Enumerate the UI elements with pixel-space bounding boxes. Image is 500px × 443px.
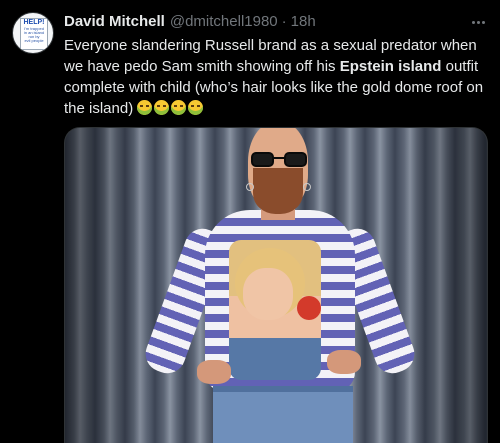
jeans-waistband <box>213 386 353 392</box>
left-hand <box>197 360 231 384</box>
tweet-text: Everyone slandering Russell brand as a s… <box>64 37 484 117</box>
left-earring <box>246 183 254 191</box>
avatar[interactable]: HELP! I'm trapped in an island run by ev… <box>12 12 54 54</box>
more-options-icon[interactable] <box>468 12 488 32</box>
nauseated-face-icon <box>171 100 187 115</box>
author-name[interactable]: David Mitchell <box>64 12 165 32</box>
tweet-image[interactable] <box>64 127 488 443</box>
avatar-sign: HELP! I'm trapped in an island run by ev… <box>20 18 48 50</box>
right-earring <box>303 183 311 191</box>
beard <box>253 168 303 214</box>
tweet-header: David Mitchell @dmitchell1980 · 18h <box>64 12 488 32</box>
author-handle[interactable]: @dmitchell1980 <box>170 12 278 32</box>
timestamp[interactable]: 18h <box>291 12 316 32</box>
print-apple <box>297 296 321 320</box>
separator-dot: · <box>281 13 287 30</box>
nauseated-face-icon <box>188 100 204 115</box>
print-child-face <box>243 268 293 320</box>
nauseated-face-icon <box>154 100 170 115</box>
hashtag-link-epstein: Epstein <box>339 58 394 75</box>
hashtag-link-island: island <box>398 58 442 75</box>
nauseated-face-icon <box>137 100 153 115</box>
jeans <box>213 386 353 443</box>
tweet[interactable]: HELP! I'm trapped in an island run by ev… <box>0 0 500 443</box>
glasses <box>251 152 307 167</box>
right-hand <box>327 350 361 374</box>
